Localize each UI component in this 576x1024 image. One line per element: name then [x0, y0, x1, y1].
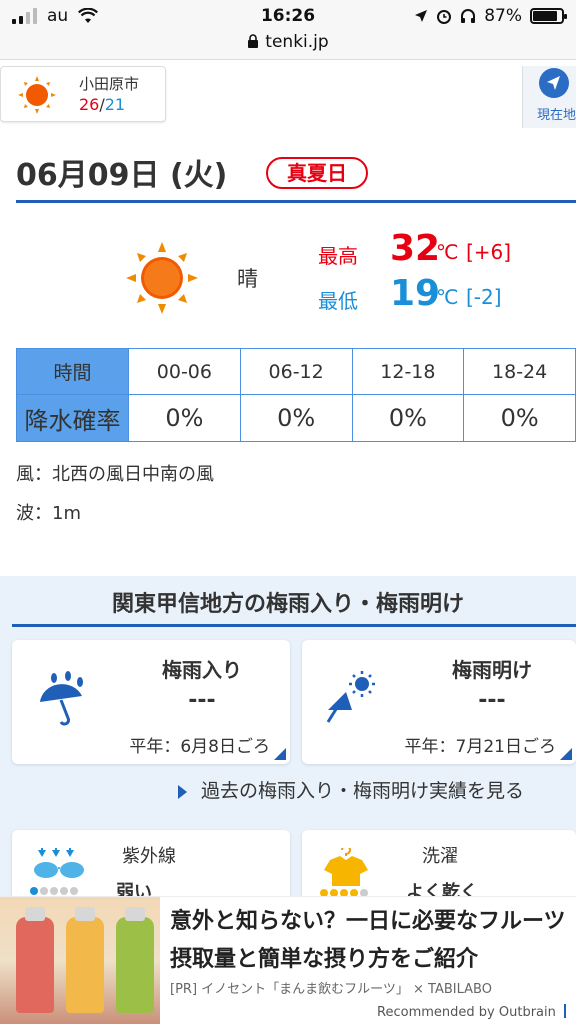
laundry-title: 洗濯 [422, 846, 458, 867]
rainy-end-value: --- [478, 688, 506, 713]
city-name: 小田原市 [79, 75, 140, 93]
ad-source: [PR] イノセント「まんま飲むフルーツ」 × TABILABO [170, 982, 492, 997]
city-card[interactable]: 小田原市 26/21 [0, 66, 166, 122]
period-cell: 06-12 [239, 348, 353, 395]
lock-icon [248, 34, 259, 48]
period-cell: 12-18 [351, 348, 465, 395]
url-domain: tenki.jp [265, 32, 329, 52]
rainy-season-start-card[interactable]: 梅雨入り --- 平年：6月8日ごろ [12, 640, 290, 764]
triangle-right-icon [178, 784, 187, 799]
rainy-end-normal: 平年：7月21日ごろ [404, 737, 556, 757]
sunny-icon [18, 76, 56, 114]
rainy-start-value: --- [188, 688, 216, 713]
juice-bottle-image [16, 907, 54, 1013]
battery-percent: 87% [484, 6, 522, 26]
current-location-label: 現在地 [537, 108, 576, 123]
sunglasses-icon [30, 848, 84, 895]
outbrain-label: Recommended by Outbrain [377, 1005, 556, 1020]
precipitation-table: 時間 00-06 06-12 12-18 18-24 降水確率 0% 0% 0%… [16, 348, 576, 442]
wind-info: 風：北西の風日中南の風 [16, 464, 214, 485]
date-divider [16, 200, 576, 203]
precip-value-cell: 0% [239, 394, 353, 442]
headphones-icon [461, 9, 476, 23]
city-low: 21 [104, 95, 126, 114]
rainy-season-end-card[interactable]: 梅雨明け --- 平年：7月21日ごろ [302, 640, 576, 764]
juice-bottle-image [116, 907, 154, 1013]
forecast-date: 06月09日 (火) [16, 158, 228, 193]
ad-headline[interactable]: 意外と知らない？一日に必要なフルーツ摂取量と簡単な摂り方をご紹介 [170, 903, 574, 979]
alarm-icon [437, 10, 452, 24]
period-cell: 18-24 [463, 348, 576, 395]
ad-thumbnail [0, 897, 160, 1024]
card-corner-marker [560, 748, 572, 760]
low-temp-diff: [-2] [466, 285, 502, 309]
navigation-icon [539, 68, 569, 98]
high-temp-label: 最高 [318, 244, 358, 268]
rainy-end-title: 梅雨明け [452, 658, 532, 682]
midsummer-day-badge: 真夏日 [266, 157, 368, 189]
past-link-label: 過去の梅雨入り・梅雨明け実績を見る [201, 780, 525, 802]
high-temp-diff: [+6] [466, 240, 512, 264]
uv-index-card[interactable]: 紫外線 弱い [12, 830, 290, 903]
shirt-icon [320, 848, 368, 897]
uv-title: 紫外線 [122, 846, 176, 867]
battery-icon [530, 8, 567, 24]
rainy-season-title: 関東甲信地方の梅雨入り・梅雨明け [111, 592, 464, 617]
precip-value-cell: 0% [128, 394, 241, 442]
rainy-season-divider [12, 624, 576, 627]
url-bar[interactable]: tenki.jp [0, 32, 576, 60]
status-bar: au 16:26 87% [0, 0, 576, 32]
umbrella-sun-icon [326, 671, 375, 723]
high-temp-value: 32 [390, 228, 441, 269]
time-header: 時間 [16, 348, 129, 395]
high-temp-unit: ℃ [436, 240, 459, 264]
period-cell: 00-06 [128, 348, 241, 395]
wave-info: 波：1m [16, 503, 81, 524]
rainy-start-normal: 平年：6月8日ごろ [129, 737, 270, 757]
rainy-start-title: 梅雨入り [162, 658, 242, 682]
umbrella-rain-icon [40, 671, 83, 726]
low-temp-unit: ℃ [436, 285, 459, 309]
juice-bottle-image [66, 907, 104, 1013]
low-temp-value: 19 [390, 273, 441, 314]
precip-probability-header: 降水確率 [16, 394, 129, 442]
laundry-index-card[interactable]: 洗濯 よく乾く [302, 830, 576, 903]
city-temps: 26/21 [79, 95, 125, 114]
past-rainy-season-link[interactable]: 過去の梅雨入り・梅雨明け実績を見る [178, 776, 524, 803]
precip-value-cell: 0% [463, 394, 576, 442]
card-corner-marker [274, 748, 286, 760]
outbrain-credit[interactable]: Recommended by Outbrain [377, 1004, 566, 1020]
sunny-weather-icon [126, 242, 198, 314]
current-location-button[interactable]: 現在地 [522, 66, 576, 128]
precip-value-cell: 0% [351, 394, 465, 442]
weather-description: 晴 [237, 267, 258, 291]
outbrain-logo-icon [564, 1004, 566, 1018]
location-arrow-icon [415, 10, 428, 22]
low-temp-label: 最低 [318, 289, 358, 313]
city-high: 26 [79, 95, 100, 114]
